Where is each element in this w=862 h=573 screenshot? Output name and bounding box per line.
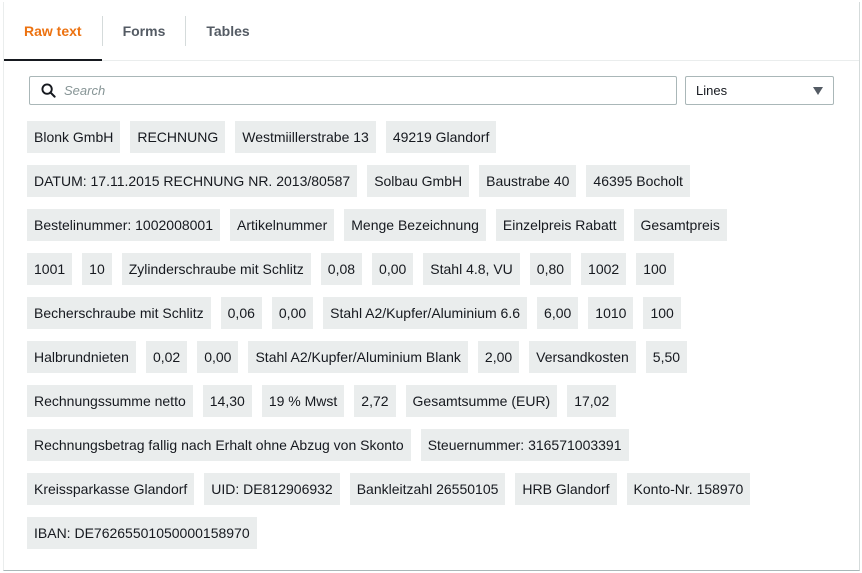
text-line-row: Rechnungssumme netto 14,30 19 % Mwst 2,72 Ge… [27, 385, 847, 417]
text-line-chip[interactable]: RECHNUNG [130, 121, 226, 153]
text-line-chip[interactable]: 0,00 [372, 253, 414, 285]
tab-tables[interactable]: Tables [186, 2, 269, 60]
text-line-chip[interactable]: 14,30 [202, 385, 252, 417]
caret-down-icon [813, 86, 823, 95]
text-line-row: DATUM: 17.11.2015 RECHNUNG NR. 2013/8058… [27, 165, 847, 197]
view-mode-select[interactable]: Lines [685, 76, 834, 105]
text-line-chip[interactable]: 19 % Mwst [261, 385, 345, 417]
search-input[interactable] [64, 83, 644, 98]
tab-bar: Raw text Forms Tables [4, 2, 859, 61]
text-line-chip[interactable]: UID: DE812906932 [204, 473, 340, 505]
text-line-chip[interactable]: Bestelinummer: 1002008001 [27, 209, 221, 241]
text-line-chip[interactable]: 0,00 [271, 297, 314, 329]
text-line-row: Bestelinummer: 1002008001 Artikelnummer Me… [27, 209, 847, 241]
text-line-chip[interactable]: 10 [82, 253, 112, 285]
text-line-chip[interactable]: Becherschraube mit Schlitz [27, 297, 211, 329]
text-line-chip[interactable]: Steuernummer: 316571003391 [420, 429, 629, 461]
text-line-chip[interactable]: Einzelpreis Rabatt [495, 209, 624, 241]
text-line-chip[interactable]: Stahl A2/Kupfer/Aluminium 6.6 [323, 297, 528, 329]
text-lines-list: Blonk GmbH RECHNUNG Westmiillerstrabe 13 49… [27, 121, 847, 549]
text-line-chip[interactable]: Artikelnummer [230, 209, 335, 241]
text-line-chip[interactable]: Menge Bezeichnung [344, 209, 486, 241]
text-line-chip[interactable]: 100 [643, 297, 681, 329]
text-line-chip[interactable]: 49219 Glandorf [385, 121, 497, 153]
text-line-chip[interactable]: DATUM: 17.11.2015 RECHNUNG NR. 2013/8058… [27, 165, 358, 197]
text-line-row: Blonk GmbH RECHNUNG Westmiillerstrabe 13 49… [27, 121, 847, 153]
text-line-chip[interactable]: Blonk GmbH [27, 121, 121, 153]
text-line-chip[interactable]: Bankleitzahl 26550105 [349, 473, 506, 505]
view-mode-value: Lines [696, 83, 728, 98]
tab-forms[interactable]: Forms [103, 2, 186, 60]
tab-raw-text[interactable]: Raw text [4, 2, 102, 61]
text-line-chip[interactable]: 100 [636, 253, 674, 285]
text-line-chip[interactable]: 2,00 [477, 341, 520, 373]
search-box[interactable] [29, 76, 677, 105]
text-line-chip[interactable]: 6,00 [537, 297, 579, 329]
text-line-chip[interactable]: Halbrundnieten [27, 341, 136, 373]
text-line-chip[interactable]: Rechnungssumme netto [27, 385, 193, 417]
text-line-chip[interactable]: 1010 [588, 297, 634, 329]
search-icon [40, 83, 56, 99]
text-line-chip[interactable]: Rechnungsbetrag fallig nach Erhalt ohne … [27, 429, 411, 461]
text-line-chip[interactable]: Solbau GmbH [367, 165, 470, 197]
text-line-chip[interactable]: Baustrabe 40 [479, 165, 577, 197]
text-line-chip[interactable]: 0,02 [145, 341, 188, 373]
text-line-chip[interactable]: Stahl A2/Kupfer/Aluminium Blank [248, 341, 468, 373]
text-line-row: IBAN: DE76265501050000158970 [27, 517, 847, 549]
text-line-chip[interactable]: Kreissparkasse Glandorf [27, 473, 195, 505]
text-line-chip[interactable]: Zylinderschraube mit Schlitz [121, 253, 311, 285]
text-line-chip[interactable]: 0,00 [197, 341, 239, 373]
text-line-chip[interactable]: Versandkosten [529, 341, 636, 373]
text-line-chip[interactable]: Gesamtpreis [633, 209, 727, 241]
text-line-chip[interactable]: IBAN: DE76265501050000158970 [27, 517, 257, 549]
text-line-chip[interactable]: HRB Glandorf [515, 473, 617, 505]
text-line-chip[interactable]: 17,02 [567, 385, 617, 417]
raw-text-panel: Raw text Forms Tables Lines Blonk GmbH RE… [3, 2, 860, 571]
text-line-chip[interactable]: 0,06 [220, 297, 262, 329]
text-line-chip[interactable]: 5,50 [645, 341, 688, 373]
text-line-chip[interactable]: 0,80 [529, 253, 572, 285]
text-line-chip[interactable]: 0,08 [320, 253, 363, 285]
text-line-chip[interactable]: 1001 [27, 253, 73, 285]
text-line-row: Rechnungsbetrag fallig nach Erhalt ohne … [27, 429, 847, 461]
text-line-row: Halbrundnieten 0,02 0,00 Stahl A2/Kupfer/Al… [27, 341, 847, 373]
text-line-chip[interactable]: Westmiillerstrabe 13 [235, 121, 376, 153]
text-line-chip[interactable]: Gesamtsumme (EUR) [405, 385, 558, 417]
text-line-chip[interactable]: Konto-Nr. 158970 [626, 473, 751, 505]
text-line-chip[interactable]: Stahl 4.8, VU [423, 253, 520, 285]
text-line-chip[interactable]: 1002 [581, 253, 627, 285]
text-line-row: Kreissparkasse Glandorf UID: DE812906932 B… [27, 473, 847, 505]
text-line-chip[interactable]: 46395 Bocholt [586, 165, 690, 197]
text-line-chip[interactable]: 2,72 [354, 385, 396, 417]
text-line-row: Becherschraube mit Schlitz 0,06 0,00 Stahl … [27, 297, 847, 329]
text-line-row: 1001 10 Zylinderschraube mit Schlitz 0,08 0,… [27, 253, 847, 285]
